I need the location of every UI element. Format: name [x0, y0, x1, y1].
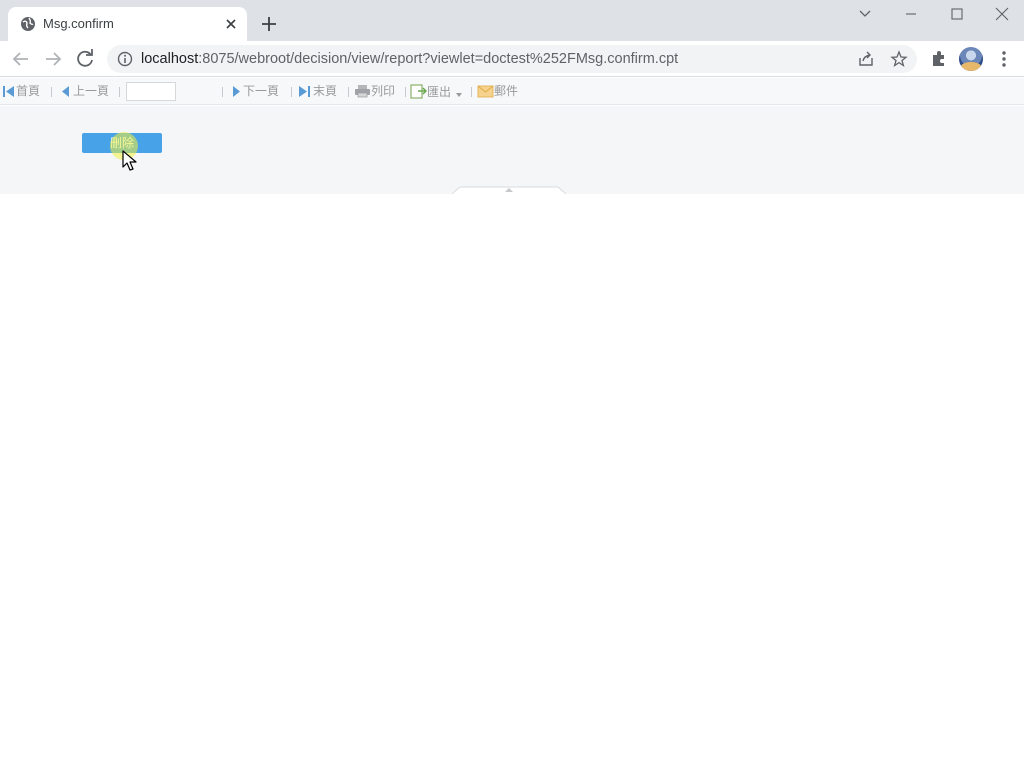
- close-icon: [995, 7, 1009, 21]
- prev-page-icon: [62, 86, 69, 97]
- next-page-icon: [233, 86, 240, 97]
- prev-page-button[interactable]: 上一頁: [59, 84, 109, 99]
- minimize-button[interactable]: [887, 0, 933, 30]
- next-page-label: 下一頁: [243, 84, 280, 98]
- last-page-button[interactable]: 末頁: [297, 84, 337, 99]
- reload-button[interactable]: [73, 47, 97, 71]
- parameter-pane: 刪除: [0, 106, 1024, 194]
- address-bar[interactable]: localhost:8075/webroot/decision/view/rep…: [107, 45, 917, 73]
- url-text[interactable]: localhost:8075/webroot/decision/view/rep…: [141, 51, 678, 67]
- browser-tab-active[interactable]: Msg.confirm: [8, 7, 247, 41]
- tab-search-button[interactable]: [841, 0, 887, 30]
- browser-tabstrip: Msg.confirm: [0, 0, 1024, 41]
- email-label: 郵件: [494, 84, 519, 98]
- browser-toolbar: localhost:8075/webroot/decision/view/rep…: [0, 41, 1024, 77]
- export-menu-button[interactable]: 匯出: [410, 84, 463, 99]
- globe-icon: [21, 17, 35, 31]
- toolbar-divider: [291, 87, 292, 97]
- first-page-label: 首頁: [16, 84, 41, 98]
- star-icon[interactable]: [890, 50, 908, 68]
- printer-icon: [355, 85, 370, 98]
- share-icon[interactable]: [857, 50, 875, 68]
- page-number-input[interactable]: [126, 82, 176, 101]
- first-page-button[interactable]: 首頁: [2, 84, 40, 99]
- delete-button[interactable]: 刪除: [82, 133, 162, 153]
- report-content-area: [0, 194, 1024, 768]
- extensions-icon[interactable]: [929, 49, 949, 69]
- next-page-button[interactable]: 下一頁: [229, 84, 279, 99]
- tab-title: Msg.confirm: [43, 16, 114, 31]
- toolbar-divider: [471, 87, 472, 97]
- collapse-parameter-pane-handle[interactable]: [452, 186, 566, 194]
- export-icon: [410, 84, 428, 99]
- new-tab-button[interactable]: [258, 13, 280, 35]
- export-label: 匯出: [427, 85, 452, 99]
- chevron-down-icon: [859, 10, 871, 17]
- maximize-button[interactable]: [933, 0, 979, 30]
- back-button[interactable]: [9, 47, 33, 71]
- caret-down-icon: [455, 93, 462, 97]
- print-label: 列印: [371, 84, 396, 98]
- maximize-icon: [951, 8, 963, 20]
- info-icon[interactable]: [117, 51, 133, 67]
- mail-icon: [477, 85, 494, 98]
- minimize-icon: [906, 13, 916, 15]
- forward-button[interactable]: [41, 47, 65, 71]
- print-button[interactable]: 列印: [354, 84, 395, 99]
- first-page-icon: [3, 86, 14, 97]
- toolbar-divider: [222, 87, 223, 97]
- last-page-icon: [299, 86, 310, 97]
- report-toolbar: 首頁 上一頁 下一頁 末頁 列印 匯出 郵件: [0, 78, 1024, 105]
- last-page-label: 末頁: [313, 84, 338, 98]
- email-button[interactable]: 郵件: [477, 84, 518, 99]
- url-host: localhost: [141, 51, 199, 67]
- toolbar-divider: [348, 87, 349, 97]
- prev-page-label: 上一頁: [73, 84, 110, 98]
- close-window-button[interactable]: [978, 0, 1024, 30]
- toolbar-divider: [405, 87, 406, 97]
- toolbar-divider: [51, 87, 52, 97]
- url-path: :8075/webroot/decision/view/report?viewl…: [198, 51, 679, 67]
- more-menu-icon[interactable]: [994, 49, 1014, 69]
- close-icon[interactable]: [224, 17, 238, 31]
- avatar[interactable]: [959, 47, 983, 71]
- toolbar-divider: [119, 87, 120, 97]
